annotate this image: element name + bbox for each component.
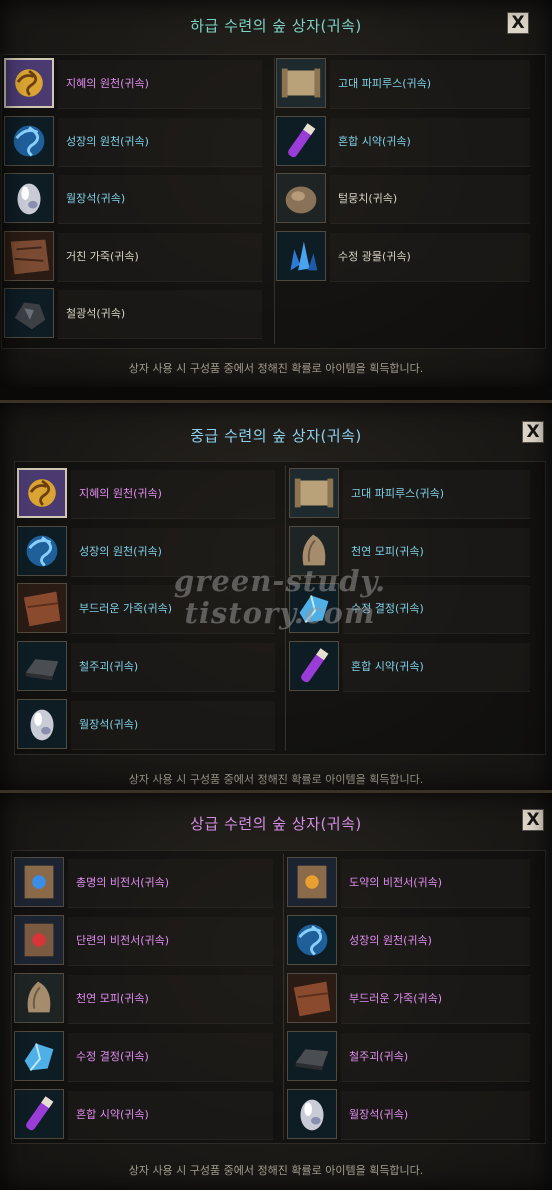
crystal-icon[interactable] <box>14 1031 64 1081</box>
panel-footer: 상자 사용 시 구성품 중에서 정해진 확률로 아이템을 획득합니다. <box>128 362 424 375</box>
list-item[interactable]: 월장석(귀속) <box>4 171 270 227</box>
leap-scroll-icon[interactable] <box>287 857 337 907</box>
soft-leather-icon[interactable] <box>287 973 337 1023</box>
growth-source-icon[interactable] <box>17 525 67 576</box>
item-label: 부드러운 가죽(귀속) <box>349 992 443 1005</box>
papyrus-icon[interactable] <box>289 468 339 518</box>
item-label: 지혜의 원천(귀속) <box>66 77 149 90</box>
wisdom-source-icon[interactable] <box>4 58 54 108</box>
panel-title: 하급 수련의 숲 상자(귀속) <box>190 17 362 35</box>
item-label: 도약의 비전서(귀속) <box>349 876 443 889</box>
list-item[interactable]: 성장의 원천(귀속) <box>4 114 270 170</box>
wisdom-source-icon[interactable] <box>17 468 67 518</box>
close-button[interactable]: X <box>507 12 529 34</box>
watermark-line: tistory.com <box>184 596 376 630</box>
item-label: 성장의 원천(귀속) <box>349 934 432 947</box>
crystal-ore-icon[interactable] <box>276 230 326 281</box>
item-label: 고대 파피루스(귀속) <box>351 487 445 500</box>
iron-ore-icon[interactable] <box>4 288 54 338</box>
list-item[interactable]: 철광석(귀속) <box>4 286 270 342</box>
list-item[interactable]: 털뭉치(귀속) <box>276 171 538 227</box>
moonstone-icon[interactable] <box>287 1089 337 1139</box>
item-label: 수정 결정(귀속) <box>76 1050 149 1063</box>
item-label: 성장의 원천(귀속) <box>66 134 149 148</box>
item-label: 철주괴(귀속) <box>79 660 139 674</box>
item-label: 천연 모피(귀속) <box>76 992 149 1005</box>
item-label: 총명의 비전서(귀속) <box>76 876 170 889</box>
reagent-icon[interactable] <box>14 1089 64 1139</box>
list-item[interactable]: 총명의 비전서(귀속) <box>14 855 281 911</box>
item-label: 성장의 원천(귀속) <box>79 544 162 558</box>
list-item[interactable]: 고대 파피루스(귀속) <box>276 56 538 112</box>
list-item[interactable]: 철주괴(귀속) <box>17 639 283 695</box>
list-item[interactable]: 지혜의 원천(귀속) <box>17 466 283 522</box>
close-button[interactable]: X <box>522 421 544 443</box>
brilliance-scroll-icon[interactable] <box>14 857 64 907</box>
list-item[interactable]: 고대 파피루스(귀속) <box>289 466 538 522</box>
item-label: 수정 광물(귀속) <box>338 249 411 263</box>
list-item[interactable]: 혼합 시약(귀속) <box>276 114 538 170</box>
reagent-icon[interactable] <box>289 641 339 692</box>
item-label: 거친 가죽(귀속) <box>66 249 139 263</box>
item-label: 단련의 비전서(귀속) <box>76 934 170 947</box>
item-label: 지혜의 원천(귀속) <box>79 487 162 500</box>
list-item[interactable]: 철주괴(귀속) <box>287 1029 538 1085</box>
lower-forest-box-panel: 하급 수련의 숲 상자(귀속) X 지혜의 원천(귀속) 성장의 원천(귀속) 월장… <box>0 0 552 387</box>
list-item[interactable]: 천연 모피(귀속) <box>14 971 281 1027</box>
item-label: 혼합 시약(귀속) <box>338 134 411 148</box>
item-label: 월장석(귀속) <box>349 1108 409 1121</box>
item-label: 천연 모피(귀속) <box>351 544 424 558</box>
column-divider <box>274 58 275 344</box>
rough-leather-icon[interactable] <box>4 230 54 281</box>
list-item[interactable]: 지혜의 원천(귀속) <box>4 56 270 112</box>
item-label: 혼합 시약(귀속) <box>76 1108 149 1121</box>
panel-footer: 상자 사용 시 구성품 중에서 정해진 확률로 아이템을 획득합니다. <box>128 773 424 786</box>
reagent-icon[interactable] <box>276 115 326 166</box>
list-item[interactable]: 수정 결정(귀속) <box>14 1029 281 1085</box>
list-item[interactable]: 월장석(귀속) <box>287 1087 538 1143</box>
item-label: 털뭉치(귀속) <box>338 192 398 205</box>
list-item[interactable]: 혼합 시약(귀속) <box>289 639 538 695</box>
item-label: 월장석(귀속) <box>79 717 139 731</box>
training-scroll-icon[interactable] <box>14 915 64 965</box>
list-item[interactable]: 거친 가죽(귀속) <box>4 229 270 285</box>
soft-leather-icon[interactable] <box>17 583 67 634</box>
panel-title: 상급 수련의 숲 상자(귀속) <box>190 815 362 833</box>
column-divider <box>283 854 284 1140</box>
item-label: 철광석(귀속) <box>66 307 126 320</box>
moonstone-icon[interactable] <box>17 698 67 749</box>
list-item[interactable]: 월장석(귀속) <box>17 697 283 753</box>
moonstone-icon[interactable] <box>4 173 54 223</box>
panel-footer: 상자 사용 시 구성품 중에서 정해진 확률로 아이템을 획득합니다. <box>128 1164 424 1177</box>
list-item[interactable]: 성장의 원천(귀속) <box>287 913 538 969</box>
item-label: 고대 파피루스(귀속) <box>338 77 432 90</box>
upper-forest-box-panel: 상급 수련의 숲 상자(귀속) X 총명의 비전서(귀속) 단련의 비전서(귀속)… <box>0 790 552 1190</box>
list-item[interactable]: 단련의 비전서(귀속) <box>14 913 281 969</box>
list-item[interactable]: 부드러운 가죽(귀속) <box>287 971 538 1027</box>
item-label: 혼합 시약(귀속) <box>351 660 424 674</box>
fur-ball-icon[interactable] <box>276 173 326 223</box>
list-item[interactable]: 도약의 비전서(귀속) <box>287 855 538 911</box>
natural-fur-icon[interactable] <box>14 973 64 1023</box>
watermark-line: green-study. <box>173 564 387 598</box>
item-label: 월장석(귀속) <box>66 192 126 205</box>
watermark: green-study. tistory.com <box>150 565 410 629</box>
close-button[interactable]: X <box>522 809 544 831</box>
growth-source-icon[interactable] <box>4 115 54 166</box>
iron-ingot-icon[interactable] <box>287 1031 337 1081</box>
list-item[interactable]: 수정 광물(귀속) <box>276 229 538 285</box>
growth-source-icon[interactable] <box>287 915 337 965</box>
iron-ingot-icon[interactable] <box>17 641 67 692</box>
item-label: 철주괴(귀속) <box>349 1050 409 1063</box>
panel-title: 중급 수련의 숲 상자(귀속) <box>190 427 362 445</box>
list-item[interactable]: 혼합 시약(귀속) <box>14 1087 281 1143</box>
papyrus-icon[interactable] <box>276 58 326 108</box>
